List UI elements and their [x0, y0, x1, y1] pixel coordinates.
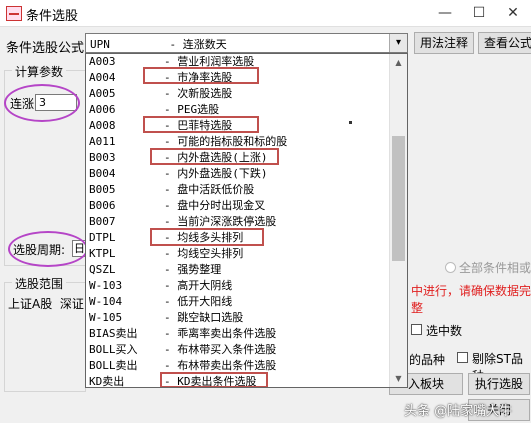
formula-code: BOLL买入 [89, 343, 138, 356]
dropdown-item[interactable]: BIAS卖出 - 乖离率卖出条件选股 [86, 326, 391, 342]
formula-code: W-104 [89, 295, 123, 308]
watermark-text: 头条 @陆家嘴大牛 [404, 404, 513, 419]
formula-code: A005 [89, 87, 116, 100]
formula-description: - 布林带买入条件选股 [164, 343, 277, 356]
formula-description: - 内外盘选股(下跌) [164, 167, 268, 180]
formula-select[interactable]: UPN - 连涨数天 ▾ [85, 33, 408, 53]
run-selection-button[interactable]: 执行选股 [468, 373, 530, 395]
formula-code: A011 [89, 135, 116, 148]
exclude-st-checkbox[interactable] [457, 352, 468, 363]
red-highlight-box [150, 228, 264, 246]
formula-code: B005 [89, 183, 116, 196]
highlight-ellipse [8, 231, 88, 267]
formula-code: A006 [89, 103, 116, 116]
formula-description: - 盘中活跃低价股 [164, 183, 255, 196]
formula-code: B004 [89, 167, 116, 180]
all-conditions-or-radio[interactable] [445, 262, 456, 273]
red-highlight-box [150, 148, 279, 165]
dropdown-item[interactable]: W-103 - 高开大阴线 [86, 278, 391, 294]
formula-description: - 高开大阴线 [164, 279, 233, 292]
dropdown-item[interactable]: B004 - 内外盘选股(下跌) [86, 166, 391, 182]
window-title: 条件选股 [26, 9, 79, 24]
dropdown-item[interactable]: W-104 - 低开大阳线 [86, 294, 391, 310]
dropdown-item[interactable]: BOLL买入 - 布林带买入条件选股 [86, 342, 391, 358]
view-formula-button[interactable]: 查看公式 [478, 32, 531, 54]
scrollbar-thumb[interactable] [392, 136, 405, 261]
stray-dot [349, 121, 352, 124]
formula-code: B003 [89, 151, 116, 164]
maximize-button[interactable]: ☐ [464, 2, 494, 24]
dropdown-scrollbar[interactable]: ▲ ▼ [389, 54, 407, 387]
dropdown-item[interactable]: A005 - 次新股选股 [86, 86, 391, 102]
in-selection-label: 选中数 [426, 324, 463, 338]
formula-code: BOLL卖出 [89, 359, 138, 372]
red-highlight-box [143, 116, 259, 133]
formula-label: 条件选股公式 [6, 41, 85, 56]
highlight-ellipse [4, 84, 80, 122]
scroll-down-icon[interactable]: ▼ [390, 370, 407, 387]
formula-dropdown-list[interactable]: A003- 营业利润率选股 A004- 市净率选股 A005- 次新股选股 A006-… [85, 53, 408, 388]
chevron-down-icon[interactable]: ▾ [389, 34, 407, 52]
formula-code: A003 [89, 55, 116, 68]
dropdown-item[interactable]: B006 - 盘中分时出现金叉 [86, 198, 391, 214]
usage-notes-button[interactable]: 用法注释 [414, 32, 474, 54]
market-range-text: 上证A股 深证 [8, 297, 84, 311]
formula-code: QSZL [89, 263, 116, 276]
all-conditions-or-label: 全部条件相或 [459, 261, 531, 275]
dropdown-item[interactable]: B005 - 盘中活跃低价股 [86, 182, 391, 198]
formula-code: KTPL [89, 247, 116, 260]
formula-selected-value: UPN - 连涨数天 [90, 38, 227, 51]
close-window-button[interactable]: ✕ [498, 2, 528, 24]
params-group-title: 计算参数 [12, 63, 67, 80]
formula-code: B007 [89, 215, 116, 228]
formula-code: DTPL [89, 231, 116, 244]
formula-description: - 盘中分时出现金叉 [164, 199, 266, 212]
red-highlight-box [143, 67, 259, 84]
dropdown-item[interactable]: KTPL - 均线空头排列 [86, 246, 391, 262]
stock-selector-app-icon [6, 6, 22, 21]
formula-code: A004 [89, 71, 116, 84]
formula-code: W-103 [89, 279, 123, 292]
dropdown-item[interactable]: QSZL - 强势整理 [86, 262, 391, 278]
formula-code: KD卖出 [89, 375, 125, 388]
formula-description: - 次新股选股 [164, 87, 233, 100]
formula-code: BIAS卖出 [89, 327, 138, 340]
formula-description: - 跳空缺口选股 [164, 311, 244, 324]
variety-label: 的品种 [409, 353, 446, 367]
formula-code: A008 [89, 119, 116, 132]
formula-code: W-105 [89, 311, 123, 324]
data-warning-text: 中进行，请确保数据完整 [411, 284, 531, 315]
formula-description: - 均线空头排列 [164, 247, 244, 260]
formula-code: B006 [89, 199, 116, 212]
formula-description: - 强势整理 [164, 263, 222, 276]
minimize-button[interactable]: — [430, 2, 460, 24]
red-highlight-box [160, 372, 268, 387]
title-bar: 条件选股 — ☐ ✕ [0, 0, 531, 27]
formula-description: - 低开大阳线 [164, 295, 233, 308]
dropdown-item[interactable]: W-105 - 跳空缺口选股 [86, 310, 391, 326]
formula-description: - 乖离率卖出条件选股 [164, 327, 277, 340]
range-group-title: 选股范围 [12, 275, 67, 292]
in-selection-checkbox[interactable] [411, 324, 422, 335]
scroll-up-icon[interactable]: ▲ [390, 54, 407, 71]
